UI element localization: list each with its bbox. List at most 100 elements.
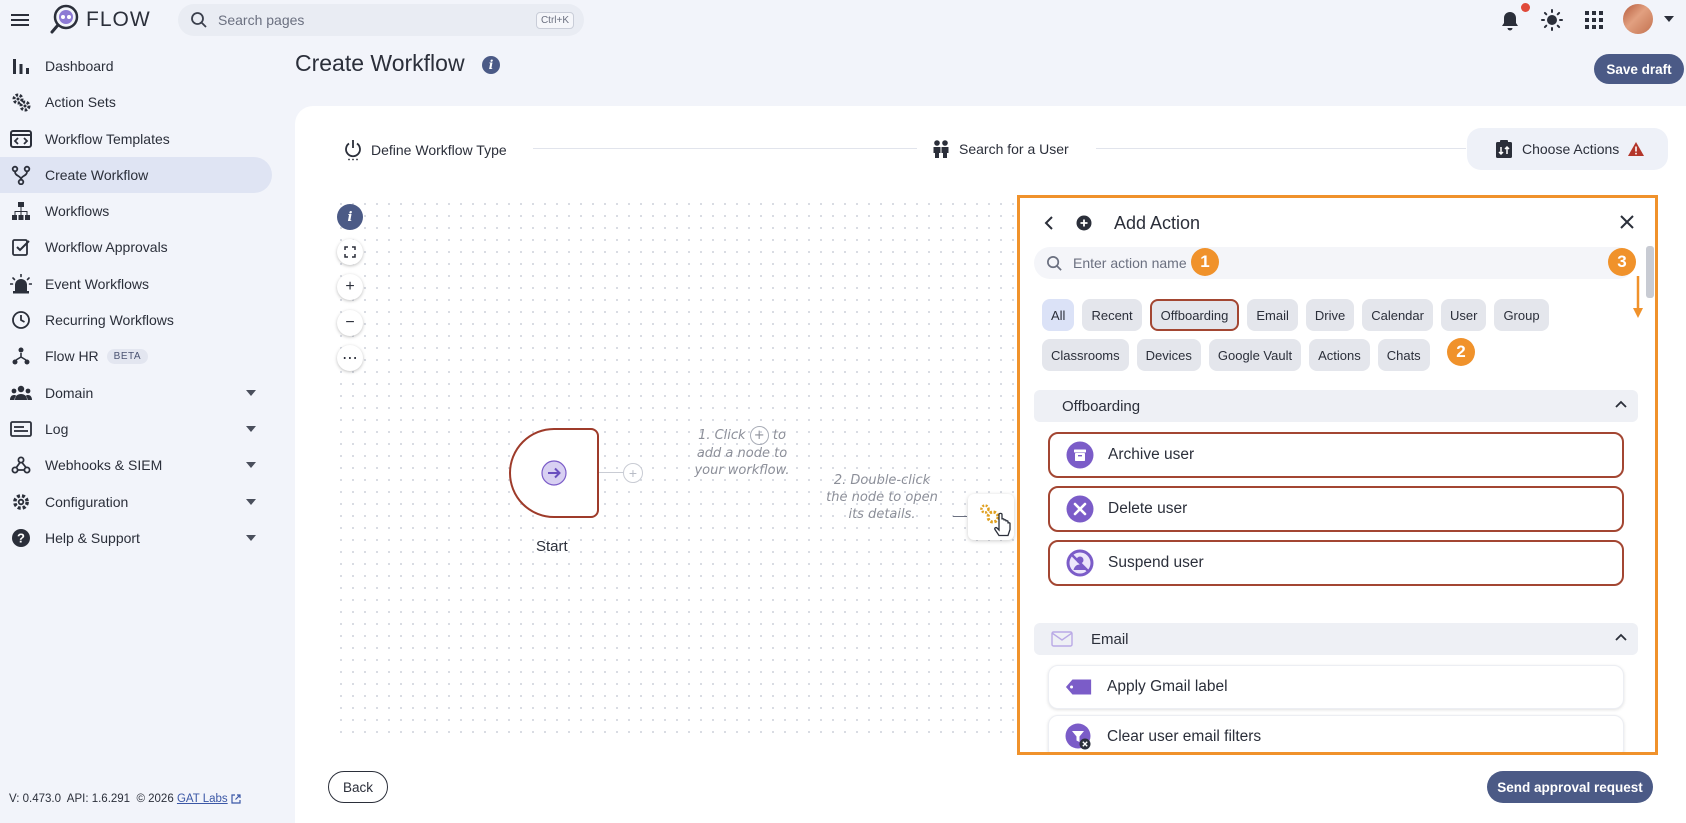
chevron-up-icon[interactable] <box>1615 400 1627 408</box>
close-icon[interactable] <box>1620 215 1634 229</box>
sidebar-item-workflow-templates[interactable]: Workflow Templates <box>0 121 272 157</box>
suspend-user-icon <box>1066 549 1094 577</box>
sidebar-item-action-sets[interactable]: Action Sets <box>0 84 272 120</box>
chip-chats[interactable]: Chats <box>1377 339 1430 371</box>
chip-devices[interactable]: Devices <box>1136 339 1201 371</box>
stepper-connector <box>533 148 917 149</box>
save-draft-button[interactable]: Save draft <box>1594 54 1684 84</box>
sidebar-item-configuration[interactable]: Configuration <box>0 484 272 520</box>
workflow-canvas[interactable] <box>335 198 1015 738</box>
delete-x-icon <box>1066 495 1094 523</box>
flow-logo-icon <box>48 4 80 36</box>
add-action-panel: Add Action Enter action name 1 3 All Rec… <box>1017 195 1658 755</box>
chevron-down-icon[interactable] <box>246 498 256 505</box>
chip-recent[interactable]: Recent <box>1082 299 1142 331</box>
beta-badge: BETA <box>106 348 149 364</box>
sidebar-item-dashboard[interactable]: Dashboard <box>0 48 272 84</box>
search-input[interactable]: Search pages <box>218 12 536 28</box>
action-archive-user[interactable]: Archive user <box>1048 432 1624 478</box>
log-card-icon <box>10 418 32 440</box>
action-clear-user-email-filters[interactable]: Clear user email filters <box>1048 715 1624 752</box>
chip-classrooms[interactable]: Classrooms <box>1042 339 1129 371</box>
app-logo[interactable]: FLOW <box>48 4 151 36</box>
fit-view-icon <box>344 246 356 258</box>
section-email[interactable]: Email <box>1034 623 1638 655</box>
filter-clear-icon <box>1065 723 1093 751</box>
gat-labs-link[interactable]: GAT Labs <box>177 793 228 805</box>
canvas-info-button[interactable]: i <box>337 204 363 230</box>
action-apply-gmail-label[interactable]: Apply Gmail label <box>1048 665 1624 709</box>
zoom-out-button[interactable]: − <box>337 310 363 336</box>
sidebar-item-event-workflows[interactable]: Event Workflows <box>0 266 272 302</box>
info-icon[interactable]: i <box>482 56 500 74</box>
action-node[interactable] <box>968 494 1014 540</box>
sidebar-item-flow-hr[interactable]: Flow HR BETA <box>0 338 272 374</box>
template-icon <box>10 128 32 150</box>
action-search-input[interactable]: Enter action name <box>1073 255 1187 271</box>
notification-dot <box>1521 3 1530 12</box>
fit-view-button[interactable] <box>337 239 363 265</box>
panel-title: Add Action <box>1114 213 1201 233</box>
sidebar-item-log[interactable]: Log <box>0 411 272 447</box>
zoom-in-button[interactable]: + <box>337 274 363 300</box>
back-button[interactable]: Back <box>328 771 388 803</box>
hint-add-node: 1. Click + to add a node to your workflo… <box>694 426 790 478</box>
send-approval-button[interactable]: Send approval request <box>1487 771 1653 803</box>
chip-all[interactable]: All <box>1042 299 1075 331</box>
chip-drive[interactable]: Drive <box>1305 299 1355 331</box>
chip-group[interactable]: Group <box>1494 299 1549 331</box>
notification-bell-icon[interactable] <box>1500 10 1520 32</box>
chevron-up-icon[interactable] <box>1615 633 1627 641</box>
chevron-down-icon[interactable] <box>246 462 256 469</box>
sidebar-item-webhooks-siem[interactable]: Webhooks & SIEM <box>0 447 272 483</box>
chip-user[interactable]: User <box>1440 299 1487 331</box>
sidebar-item-domain[interactable]: Domain <box>0 375 272 411</box>
chevron-left-icon[interactable] <box>1044 216 1054 230</box>
chevron-down-icon[interactable] <box>246 534 256 541</box>
step-choose-actions[interactable]: Choose Actions <box>1467 128 1669 170</box>
panel-header: Add Action <box>1020 198 1655 248</box>
users-group-icon <box>10 382 32 404</box>
user-avatar[interactable] <box>1623 4 1653 34</box>
search-icon <box>190 11 208 29</box>
chevron-down-icon[interactable] <box>246 389 256 396</box>
gears-hand-icon <box>977 502 1013 540</box>
scrollbar-thumb[interactable] <box>1646 246 1654 298</box>
chip-actions[interactable]: Actions <box>1309 339 1370 371</box>
logo-text: FLOW <box>86 8 151 31</box>
webhook-icon <box>10 454 32 476</box>
chip-email[interactable]: Email <box>1247 299 1298 331</box>
more-options-button[interactable]: ⋯ <box>337 345 363 371</box>
svg-text:?: ? <box>17 530 25 545</box>
gear-icon <box>10 491 32 513</box>
start-node[interactable] <box>509 428 599 518</box>
step-search-for-user[interactable]: Search for a User <box>932 139 1069 159</box>
add-node-button[interactable]: + <box>623 463 643 483</box>
top-bar: FLOW Search pages Ctrl+K <box>0 0 1686 40</box>
chevron-down-icon[interactable] <box>246 425 256 432</box>
theme-toggle-icon[interactable] <box>1541 9 1563 31</box>
search-shortcut: Ctrl+K <box>535 11 574 29</box>
action-delete-user[interactable]: Delete user <box>1048 486 1624 532</box>
plus-circle-icon: + <box>749 426 769 445</box>
chip-google-vault[interactable]: Google Vault <box>1208 339 1302 371</box>
branch-icon <box>10 164 32 186</box>
apps-grid-icon[interactable] <box>1585 11 1603 29</box>
step-define-workflow-type[interactable]: Define Workflow Type <box>344 139 507 161</box>
power-icon <box>344 139 362 161</box>
chevron-down-icon[interactable] <box>1664 16 1674 22</box>
chip-offboarding[interactable]: Offboarding <box>1149 299 1240 331</box>
bar-chart-icon <box>10 55 32 77</box>
action-suspend-user[interactable]: Suspend user <box>1048 540 1624 586</box>
sidebar-item-recurring-workflows[interactable]: Recurring Workflows <box>0 302 272 338</box>
page-search[interactable]: Search pages Ctrl+K <box>178 4 584 36</box>
section-offboarding[interactable]: Offboarding <box>1034 390 1638 422</box>
sidebar-item-workflow-approvals[interactable]: Workflow Approvals <box>0 229 272 265</box>
start-node-label: Start <box>536 538 568 555</box>
action-search[interactable]: Enter action name <box>1034 247 1634 279</box>
menu-icon[interactable] <box>10 10 30 30</box>
chip-calendar[interactable]: Calendar <box>1362 299 1433 331</box>
sidebar-item-create-workflow[interactable]: Create Workflow <box>0 156 272 193</box>
sidebar-item-help-support[interactable]: ? Help & Support <box>0 520 272 556</box>
sidebar-item-workflows[interactable]: Workflows <box>0 193 272 229</box>
